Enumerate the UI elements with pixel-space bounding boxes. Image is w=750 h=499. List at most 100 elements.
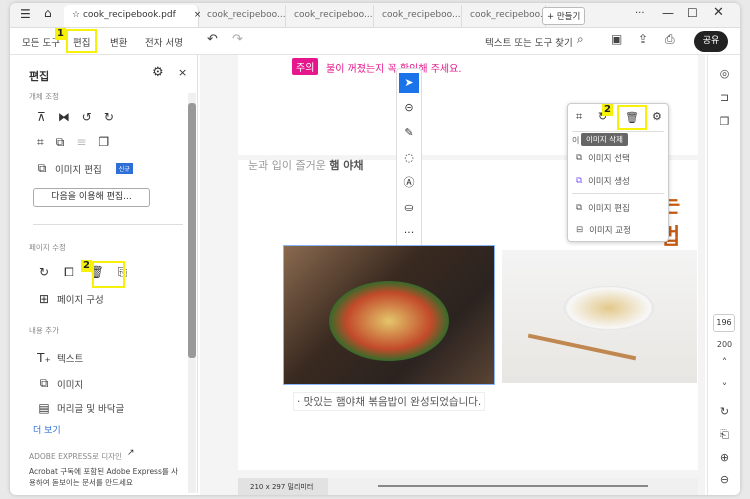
page-fit-icon[interactable]: ⎗ xyxy=(708,428,740,442)
bookmark-icon[interactable]: ⊐ xyxy=(708,91,740,104)
prev-page-button[interactable]: ˄ xyxy=(708,356,740,369)
edit-image-item[interactable]: ⧉ 이미지 편집 xyxy=(576,202,630,214)
rotate-right-icon[interactable]: ↻ xyxy=(104,110,114,124)
food-image-2[interactable] xyxy=(502,250,697,383)
save-icon[interactable]: ▣ xyxy=(611,32,622,46)
select-tool-icon[interactable]: ➤ xyxy=(399,73,419,93)
upload-icon[interactable]: ⇪ xyxy=(638,32,648,46)
header-footer-item[interactable]: ▤ 머리글 및 바닥글 xyxy=(37,401,124,415)
tool-search[interactable]: 텍스트 또는 도구 찾기 xyxy=(485,35,573,49)
stamp-tool-icon[interactable]: ⛀ xyxy=(399,198,419,218)
caution-text: 불이 꺼졌는지 꼭 확인해 주세요. xyxy=(326,64,462,75)
section-add: 내용 추가 xyxy=(29,326,59,335)
replace-image-item[interactable]: ⊟ 이미지 교정 xyxy=(576,224,631,236)
add-image-item[interactable]: ⧉ 이미지 xyxy=(37,376,84,391)
flip-icon[interactable]: ⧓ xyxy=(58,110,70,124)
panel-title: 편집 xyxy=(29,70,50,83)
star-icon[interactable]: ☆ xyxy=(72,10,80,20)
rotate-left-icon[interactable]: ↺ xyxy=(82,110,92,124)
new-tab-button[interactable]: + 만들기 xyxy=(542,7,586,25)
align-icon[interactable]: ⊼ xyxy=(37,110,46,124)
label: 이미지 xyxy=(57,379,84,391)
selected-food-image[interactable] xyxy=(283,245,495,385)
maximize-button[interactable]: ☐ xyxy=(687,6,698,20)
edit-menu[interactable]: 편집 xyxy=(66,29,98,53)
header-footer-icon: ▤ xyxy=(38,401,50,415)
page-number-input[interactable]: 196 xyxy=(713,314,735,332)
zoom-in-icon[interactable]: ⊕ xyxy=(708,451,740,464)
textbox-tool-icon[interactable]: Ⓐ xyxy=(399,173,419,193)
toolbar: 모든 도구 1 편집 변환 전자 서명 ↶ ↷ 텍스트 또는 도구 찾기 ⌕ ▣… xyxy=(10,28,740,55)
crop-icon[interactable]: ⌗ xyxy=(37,135,44,150)
page-size: 210 x 297 밀리미터 xyxy=(238,478,328,495)
extract-page-icon[interactable]: ⧠ xyxy=(64,265,74,280)
right-rail: ◎ ⊐ ❐ 196 200 ˄ ˅ ↻ ⎗ ⊕ ⊖ xyxy=(707,55,740,495)
pen-tool-icon[interactable]: ✎ xyxy=(399,123,419,143)
external-link-icon[interactable]: ↗ xyxy=(127,448,135,458)
print-icon[interactable]: ⎙ xyxy=(665,32,675,47)
add-text-item[interactable]: T₊ 텍스트 xyxy=(37,351,83,365)
tab[interactable]: cook_recipeboo... xyxy=(199,5,286,27)
page-organize-item[interactable]: ⊞ 페이지 구성 xyxy=(37,292,104,306)
rotate-view-icon[interactable]: ↻ xyxy=(708,405,740,418)
next-page-button[interactable]: ˅ xyxy=(708,381,740,394)
document-area: 주의 불이 꺼졌는지 꼭 확인해 주세요. ➤ ⊝ ✎ ◌ Ⓐ ⛀ ··· 눈과… xyxy=(200,55,705,495)
caption: · 맛있는 햄야채 볶음밥이 완성되었습니다. xyxy=(293,392,486,411)
pages-icon[interactable]: ❐ xyxy=(708,115,740,128)
arrange-icon[interactable]: ≡ xyxy=(76,135,86,150)
tab[interactable]: cook_recipeboo... xyxy=(462,5,549,27)
menu-icon[interactable]: ☰ xyxy=(20,7,31,21)
esign-menu[interactable]: 전자 서명 xyxy=(145,35,183,49)
annotation-badge: 1 xyxy=(55,28,66,40)
label: 텍스트 xyxy=(57,354,84,365)
subtitle: 눈과 입이 즐거운 햄 야채 xyxy=(248,157,364,173)
select-image-icon: ⧉ xyxy=(576,153,583,163)
generate-image-item[interactable]: ⧉ 이미지 생성 xyxy=(576,175,630,187)
home-icon[interactable]: ⌂ xyxy=(44,6,52,20)
image-edit-icon: ⧉ xyxy=(37,161,47,175)
section-objects: 개체 조정 xyxy=(29,92,59,101)
undo-icon[interactable]: ↶ xyxy=(207,32,218,47)
search-icon[interactable]: ⌕ xyxy=(577,32,584,47)
share-button[interactable]: 공유 xyxy=(694,31,728,52)
lasso-tool-icon[interactable]: ◌ xyxy=(399,148,419,168)
page-organize-icon: ⊞ xyxy=(38,292,50,306)
subtitle-bold: 햄 야채 xyxy=(329,159,364,172)
panel-scrollbar[interactable] xyxy=(188,93,196,493)
rotate-page-icon[interactable]: ↻ xyxy=(39,265,49,280)
more-icon[interactable]: ··· xyxy=(635,8,645,19)
label: 이미지 선택 xyxy=(588,154,630,164)
close-window-button[interactable]: ✕ xyxy=(713,5,724,20)
annotation-badge: 2 xyxy=(602,104,613,116)
edit-panel: 편집 ⚙ × 개체 조정 ⊼ ⧓ ↺ ↻ ⌗ ⧉ ≡ ❐ ⧉ 이미지 편집 신규 다음을 이용해… xyxy=(15,55,198,493)
tab-label: cook_recipebook.pdf xyxy=(82,10,176,20)
replace-image-icon[interactable]: ⧉ xyxy=(56,135,65,150)
tab[interactable]: cook_recipeboo... xyxy=(286,5,374,27)
close-panel-icon[interactable]: × xyxy=(178,66,187,79)
text-icon: T₊ xyxy=(37,351,51,365)
image-edit-item[interactable]: ⧉ 이미지 편집 신규 xyxy=(35,161,133,176)
comment-tool-icon[interactable]: ⊝ xyxy=(399,98,419,118)
layer-icon[interactable]: ❐ xyxy=(98,135,109,150)
minimize-button[interactable]: — xyxy=(662,6,674,20)
more-link[interactable]: 더 보기 xyxy=(33,423,61,436)
crop-icon[interactable]: ⌗ xyxy=(576,110,582,124)
express-description: Acrobat 구독에 포함된 Adobe Express를 사용하여 돋보이는… xyxy=(29,467,179,487)
label: 이미지 생성 xyxy=(588,177,630,187)
convert-menu[interactable]: 변환 xyxy=(110,35,127,49)
select-image-item[interactable]: ⧉ 이미지 선택 xyxy=(576,152,630,164)
tab[interactable]: cook_recipeboo... xyxy=(374,5,462,27)
tab-active[interactable]: ☆ cook_recipebook.pdf × xyxy=(64,5,201,27)
edit-with-button[interactable]: 다음을 이용해 편집... xyxy=(33,188,150,207)
zoom-out-icon[interactable]: ⊖ xyxy=(708,473,740,486)
more-tools-icon[interactable]: ··· xyxy=(399,223,419,243)
comment-icon[interactable]: ◎ xyxy=(708,67,740,80)
status-bar: 210 x 297 밀리미터 xyxy=(238,478,698,495)
horizontal-scrollbar[interactable] xyxy=(378,485,648,487)
delete-image-icon[interactable]: 🗑 xyxy=(617,105,647,130)
image-settings-icon[interactable]: ⚙ xyxy=(652,110,662,123)
replace-image-icon: ⊟ xyxy=(576,225,584,235)
redo-icon[interactable]: ↷ xyxy=(232,32,243,47)
gear-icon[interactable]: ⚙ xyxy=(152,65,164,80)
title-bar: ☰ ⌂ ☆ cook_recipebook.pdf × cook_recipebo… xyxy=(10,3,740,28)
